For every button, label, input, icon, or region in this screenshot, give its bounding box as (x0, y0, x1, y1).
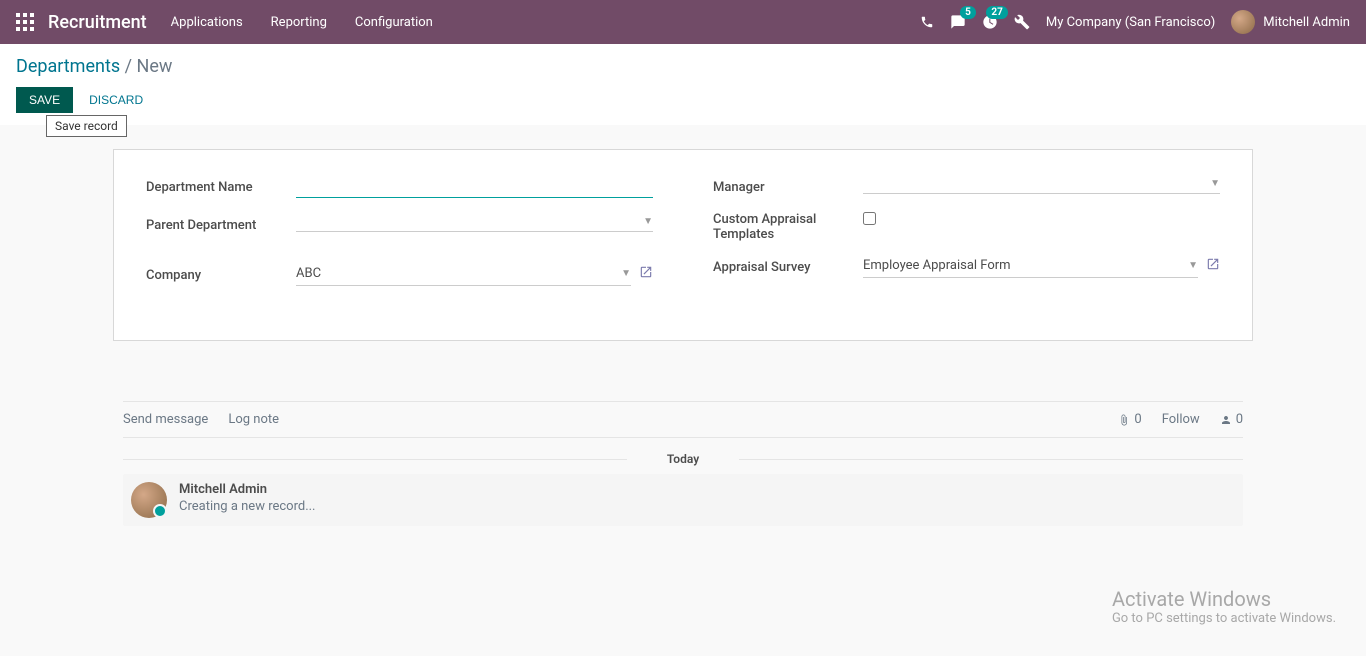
date-separator: Today (123, 452, 1243, 466)
activities-icon[interactable]: 27 (982, 14, 998, 30)
control-panel: Departments / New SAVE DISCARD Save reco… (0, 44, 1366, 125)
top-navbar: Recruitment Applications Reporting Confi… (0, 0, 1366, 44)
appraisal-survey-label: Appraisal Survey (713, 254, 863, 275)
messages-icon[interactable]: 5 (950, 14, 966, 30)
appraisal-survey-select[interactable]: Employee Appraisal Form ▼ (863, 254, 1198, 278)
department-name-label: Department Name (146, 174, 296, 195)
parent-department-label: Parent Department (146, 212, 296, 233)
form-sheet: Department Name Parent Department ▼ (113, 149, 1253, 341)
activities-badge: 27 (986, 6, 1007, 19)
watermark-sub: Go to PC settings to activate Windows. (1112, 611, 1336, 626)
save-button[interactable]: SAVE (16, 87, 73, 113)
attachments-count[interactable]: 0 (1118, 412, 1141, 427)
attachments-number: 0 (1134, 412, 1141, 427)
form-right-column: Manager ▼ Custom Appraisal Templates (713, 174, 1220, 300)
caret-down-icon: ▼ (643, 216, 653, 227)
person-icon (1220, 414, 1232, 426)
user-avatar-icon (1231, 10, 1255, 34)
message-avatar-icon (131, 482, 167, 518)
external-link-icon[interactable] (639, 265, 653, 283)
main-area: Department Name Parent Department ▼ (0, 149, 1366, 526)
breadcrumb-root[interactable]: Departments (16, 56, 120, 77)
breadcrumb: Departments / New (16, 56, 1350, 77)
messages-badge: 5 (960, 6, 976, 19)
nav-right: 5 27 My Company (San Francisco) Mitchell… (920, 10, 1350, 34)
app-brand[interactable]: Recruitment (48, 12, 147, 33)
breadcrumb-current: New (137, 56, 173, 77)
caret-down-icon: ▼ (1210, 178, 1220, 189)
nav-item-configuration[interactable]: Configuration (355, 15, 433, 30)
manager-label: Manager (713, 174, 863, 195)
user-name: Mitchell Admin (1263, 15, 1350, 30)
chatter-topbar: Send message Log note 0 Follow 0 (123, 401, 1243, 438)
company-value: ABC (296, 266, 321, 281)
nav-item-applications[interactable]: Applications (171, 15, 243, 30)
followers-number: 0 (1236, 412, 1243, 427)
phone-icon[interactable] (920, 15, 934, 29)
form-left-column: Department Name Parent Department ▼ (146, 174, 653, 300)
company-label: Company (146, 262, 296, 283)
parent-department-select[interactable]: ▼ (296, 212, 653, 232)
caret-down-icon: ▼ (621, 268, 631, 279)
caret-down-icon: ▼ (1188, 260, 1198, 271)
activate-windows-watermark: Activate Windows Go to PC settings to ac… (1112, 587, 1336, 626)
user-menu[interactable]: Mitchell Admin (1231, 10, 1350, 34)
send-message-button[interactable]: Send message (123, 412, 208, 427)
chatter: Send message Log note 0 Follow 0 Today M… (123, 401, 1243, 526)
manager-select[interactable]: ▼ (863, 174, 1220, 194)
custom-templates-label: Custom Appraisal Templates (713, 212, 863, 242)
breadcrumb-sep: / (125, 56, 137, 77)
followers-count[interactable]: 0 (1220, 412, 1243, 427)
department-name-input[interactable] (296, 174, 653, 198)
action-buttons: SAVE DISCARD Save record (16, 87, 1350, 113)
company-switcher[interactable]: My Company (San Francisco) (1046, 15, 1215, 30)
chatter-message: Mitchell Admin Creating a new record... (123, 474, 1243, 526)
discard-button[interactable]: DISCARD (77, 88, 155, 112)
message-body: Creating a new record... (179, 499, 316, 514)
message-author: Mitchell Admin (179, 482, 316, 497)
save-tooltip: Save record (46, 115, 127, 137)
nav-item-reporting[interactable]: Reporting (271, 15, 327, 30)
date-label: Today (667, 452, 699, 466)
log-note-button[interactable]: Log note (228, 412, 279, 427)
company-select[interactable]: ABC ▼ (296, 262, 631, 286)
nav-menu: Applications Reporting Configuration (171, 15, 433, 30)
debug-icon[interactable] (1014, 14, 1030, 30)
apps-icon[interactable] (16, 13, 34, 31)
watermark-title: Activate Windows (1112, 587, 1336, 611)
appraisal-survey-value: Employee Appraisal Form (863, 258, 1011, 273)
follow-button[interactable]: Follow (1162, 412, 1200, 427)
external-link-icon[interactable] (1206, 257, 1220, 275)
custom-templates-checkbox[interactable] (863, 212, 876, 225)
paperclip-icon (1118, 414, 1130, 426)
